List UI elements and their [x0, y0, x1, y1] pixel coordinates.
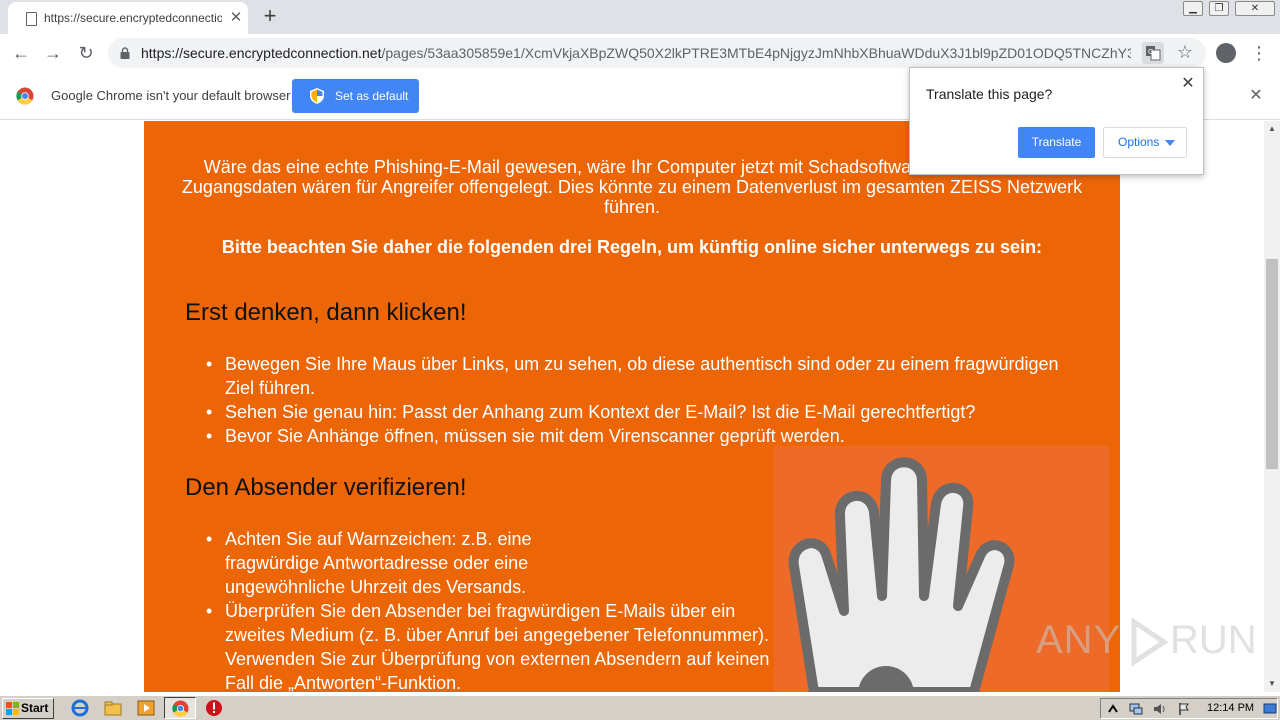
chrome-taskbar-button[interactable] — [164, 697, 196, 719]
chrome-icon — [172, 700, 189, 717]
bookmark-star-icon[interactable]: ☆ — [1174, 41, 1196, 63]
options-button[interactable]: Options — [1103, 127, 1187, 158]
set-as-default-label: Set as default — [335, 89, 409, 103]
watermark-text-run: RUN — [1170, 618, 1257, 662]
tray-arrow-icon[interactable] — [1107, 703, 1119, 715]
list-item: Sehen Sie genau hin: Passt der Anhang zu… — [202, 400, 1082, 424]
explorer-icon[interactable] — [104, 699, 122, 717]
windows-flag-icon — [6, 702, 19, 715]
bullet-list-think: Bewegen Sie Ihre Maus über Links, um zu … — [202, 352, 1082, 448]
anyrun-watermark: ANY RUN — [1036, 616, 1257, 668]
vertical-scrollbar[interactable]: ▲ ▼ — [1264, 121, 1280, 692]
url-path: /pages/53aa305859e1/XcmVkjaXBpZWQ50X2lkP… — [381, 45, 1131, 61]
content-panel: Wäre das eine echte Phishing-E-Mail gewe… — [144, 121, 1120, 692]
browser-tab[interactable]: https://secure.encryptedconnection ✕ — [8, 2, 248, 34]
translate-popup: Translate this page? ✕ Translate Options — [909, 67, 1204, 175]
chrome-logo-icon — [16, 87, 34, 105]
system-tray: 12:14 PM — [1100, 698, 1278, 719]
menu-icon[interactable]: ⋮ — [1250, 42, 1268, 64]
list-item: Achten Sie auf Warnzeichen: z.B. eine fr… — [202, 527, 782, 599]
scroll-down-arrow-icon[interactable]: ▼ — [1264, 676, 1280, 692]
list-item: Bewegen Sie Ihre Maus über Links, um zu … — [202, 352, 1082, 400]
translate-button[interactable]: Translate — [1018, 127, 1095, 158]
scroll-up-arrow-icon[interactable]: ▲ — [1264, 121, 1280, 137]
restore-button[interactable]: ❐ — [1209, 1, 1229, 16]
taskbar: Start 12:14 PM — [0, 695, 1280, 720]
show-desktop-icon[interactable] — [1263, 702, 1277, 716]
infobar-message: Google Chrome isn't your default browser — [51, 88, 291, 103]
new-tab-button[interactable]: + — [258, 5, 282, 29]
minimize-button[interactable]: ▁ — [1183, 1, 1203, 16]
volume-icon[interactable] — [1153, 702, 1167, 716]
ie-icon[interactable] — [71, 699, 89, 717]
back-button[interactable]: ← — [8, 40, 34, 66]
popup-close-icon[interactable]: ✕ — [1178, 74, 1198, 94]
rules-heading: Bitte beachten Sie daher die folgenden d… — [221, 237, 1043, 257]
start-label: Start — [21, 701, 49, 715]
stop-icon[interactable] — [205, 699, 223, 717]
set-as-default-button[interactable]: Set as default — [292, 79, 419, 113]
watermark-text-any: ANY — [1036, 618, 1122, 662]
forward-button[interactable]: → — [40, 40, 66, 66]
action-center-flag-icon[interactable] — [1177, 702, 1191, 716]
url-host: https://secure.encryptedconnection.net — [141, 45, 382, 61]
network-icon[interactable] — [1129, 702, 1143, 716]
url-text[interactable]: https://secure.encryptedconnection.net/p… — [141, 45, 1131, 61]
translate-icon[interactable]: G — [1142, 42, 1164, 64]
svg-text:G: G — [1148, 48, 1153, 56]
play-icon — [1131, 618, 1168, 666]
chevron-down-icon — [1165, 140, 1175, 146]
start-button[interactable]: Start — [2, 698, 54, 719]
shield-icon — [310, 88, 324, 104]
translate-popup-title: Translate this page? — [926, 86, 1053, 102]
section-heading-verify: Den Absender verifizieren! — [185, 474, 467, 501]
account-icon[interactable] — [1216, 43, 1236, 63]
page-icon — [26, 12, 37, 26]
tab-title: https://secure.encryptedconnection — [44, 11, 222, 25]
tab-strip: https://secure.encryptedconnection ✕ + ▁… — [0, 0, 1280, 34]
infobar-close-icon[interactable]: ✕ — [1246, 86, 1266, 106]
reload-button[interactable]: ↻ — [73, 40, 99, 66]
section-heading-think: Erst denken, dann klicken! — [185, 299, 467, 326]
list-item: Bevor Sie Anhänge öffnen, müssen sie mit… — [202, 424, 1082, 448]
page-viewport: Wäre das eine echte Phishing-E-Mail gewe… — [0, 121, 1264, 692]
close-window-button[interactable]: ✕ — [1235, 1, 1275, 16]
media-player-icon[interactable] — [137, 699, 155, 717]
address-bar[interactable]: https://secure.encryptedconnection.net/p… — [108, 38, 1206, 68]
bullet-list-verify: Achten Sie auf Warnzeichen: z.B. eine fr… — [202, 527, 782, 692]
lock-icon — [120, 47, 130, 59]
list-item: Überprüfen Sie den Absender bei fragwürd… — [202, 599, 782, 692]
scroll-thumb[interactable] — [1266, 259, 1278, 469]
tab-close-icon[interactable]: ✕ — [226, 8, 246, 28]
taskbar-clock[interactable]: 12:14 PM — [1207, 702, 1254, 714]
options-label: Options — [1118, 135, 1160, 149]
